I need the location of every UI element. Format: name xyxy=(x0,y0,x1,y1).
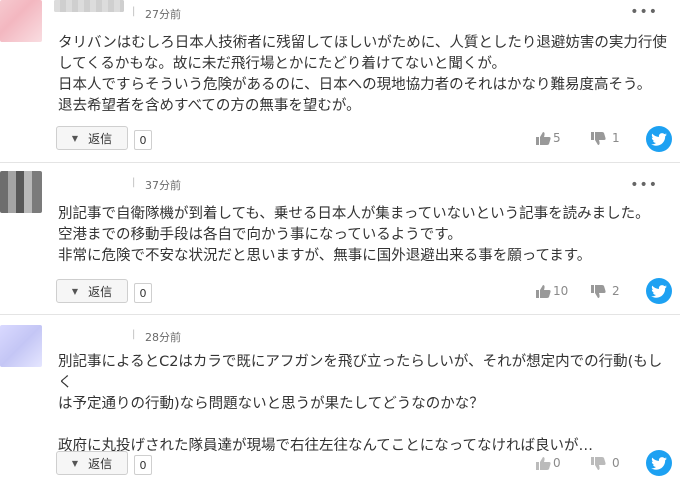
reply-button[interactable]: ▼ 返信 xyxy=(56,451,128,475)
thumbs-down-icon xyxy=(591,131,606,145)
reply-label: 返信 xyxy=(88,284,113,299)
avatar[interactable] xyxy=(0,325,42,367)
twitter-share-button[interactable] xyxy=(646,278,672,304)
like-count: 0 xyxy=(553,456,561,470)
separator: | xyxy=(132,329,136,340)
like-count: 10 xyxy=(553,284,569,298)
thumbs-up-icon xyxy=(536,456,551,470)
like-button[interactable]: 5 xyxy=(536,131,561,145)
avatar[interactable] xyxy=(0,0,42,42)
avatar[interactable] xyxy=(0,171,42,213)
dislike-count: 2 xyxy=(612,284,620,298)
more-options-icon[interactable]: ••• xyxy=(630,4,658,20)
comment-body: 別記事によるとC2はカラで既にアフガンを飛び立ったらしいが、それが想定内での行動… xyxy=(58,354,663,454)
twitter-bird-icon xyxy=(651,132,667,146)
more-options-icon[interactable]: ••• xyxy=(630,177,658,193)
dislike-button[interactable]: 2 xyxy=(591,284,620,298)
username-blurred[interactable] xyxy=(54,0,124,12)
twitter-bird-icon xyxy=(651,284,667,298)
twitter-share-button[interactable] xyxy=(646,126,672,152)
dislike-button[interactable]: 0 xyxy=(591,456,620,470)
separator: | xyxy=(132,6,136,17)
thumbs-up-icon xyxy=(536,131,551,145)
reply-label: 返信 xyxy=(88,131,113,146)
comment-time: 37分前 xyxy=(145,179,181,192)
dislike-button[interactable]: 1 xyxy=(591,131,620,145)
comment-body: タリバンはむしろ日本人技術者に残留してほしいがために、人質としたり退避妨害の実力… xyxy=(58,35,667,114)
thumbs-down-icon xyxy=(591,456,606,470)
reply-label: 返信 xyxy=(88,456,113,471)
dislike-count: 1 xyxy=(612,131,620,145)
comment-time: 28分前 xyxy=(145,331,181,344)
like-button[interactable]: 0 xyxy=(536,456,561,470)
like-button[interactable]: 10 xyxy=(536,284,568,298)
thumbs-up-icon xyxy=(536,284,551,298)
chevron-down-icon: ▼ xyxy=(71,458,79,468)
thumbs-down-icon xyxy=(591,284,606,298)
dislike-count: 0 xyxy=(612,456,620,470)
reply-count: 0 xyxy=(134,283,152,303)
reply-button[interactable]: ▼ 返信 xyxy=(56,126,128,150)
comment-time: 27分前 xyxy=(145,8,181,21)
comment-body: 別記事で自衛隊機が到着しても、乗せる日本人が集まっていないという記事を読みました… xyxy=(58,206,650,264)
separator: | xyxy=(132,177,136,188)
twitter-share-button[interactable] xyxy=(646,450,672,476)
reply-button[interactable]: ▼ 返信 xyxy=(56,279,128,303)
like-count: 5 xyxy=(553,131,561,145)
chevron-down-icon: ▼ xyxy=(71,133,79,143)
chevron-down-icon: ▼ xyxy=(71,286,79,296)
reply-count: 0 xyxy=(134,455,152,475)
reply-count: 0 xyxy=(134,130,152,150)
twitter-bird-icon xyxy=(651,456,667,470)
